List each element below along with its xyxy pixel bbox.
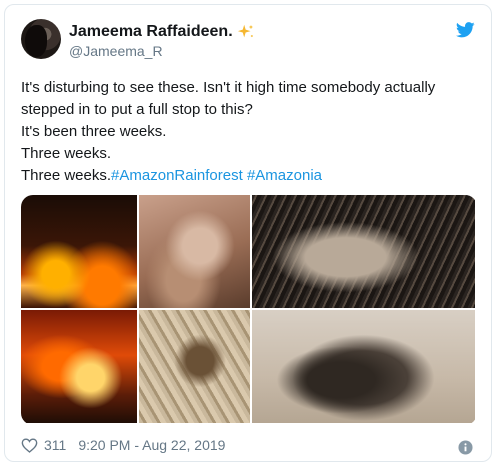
tweet-line-4: Three weeks.	[21, 145, 112, 162]
tweet-line-2: stepped in to put a full stop to this?	[21, 101, 253, 118]
timestamp[interactable]: 9:20 PM - Aug 22, 2019	[78, 437, 225, 453]
user-handle[interactable]: @Jameema_R	[69, 43, 163, 59]
sparkle-icon	[237, 24, 253, 38]
tweet-line-1: It's disturbing to see these. Isn't it h…	[21, 79, 436, 96]
hashtag-amazonia[interactable]: #Amazonia	[247, 167, 322, 184]
like-count[interactable]: 311	[44, 437, 66, 453]
photo-burned-animal[interactable]	[252, 195, 475, 308]
twitter-bird-icon[interactable]	[456, 22, 475, 38]
tweet-card: Jameema Raffaideen. @Jameema_R It's dist…	[4, 4, 492, 462]
display-name[interactable]: Jameema Raffaideen.	[69, 23, 233, 41]
avatar[interactable]	[21, 19, 61, 59]
tweet-text: It's disturbing to see these. Isn't it h…	[21, 77, 481, 187]
author-name-row: Jameema Raffaideen.	[69, 23, 255, 41]
avatar-hair-shape	[25, 25, 47, 57]
hashtag-amazonrainforest[interactable]: #AmazonRainforest	[111, 167, 243, 184]
heart-icon[interactable]	[21, 437, 38, 453]
photo-monkey[interactable]	[139, 195, 250, 308]
photo-burned-lizard[interactable]	[139, 310, 250, 423]
tweet-line-5: Three weeks.	[21, 167, 112, 184]
photo-burned-rabbit[interactable]	[252, 310, 475, 423]
photo-forest-fire-flames[interactable]	[21, 310, 137, 423]
info-icon[interactable]	[458, 440, 473, 455]
media-grid	[21, 195, 477, 425]
tweet-line-3: It's been three weeks.	[21, 123, 167, 140]
tweet-footer: 311 9:20 PM - Aug 22, 2019	[21, 437, 225, 453]
photo-forest-fire-night[interactable]	[21, 195, 137, 308]
